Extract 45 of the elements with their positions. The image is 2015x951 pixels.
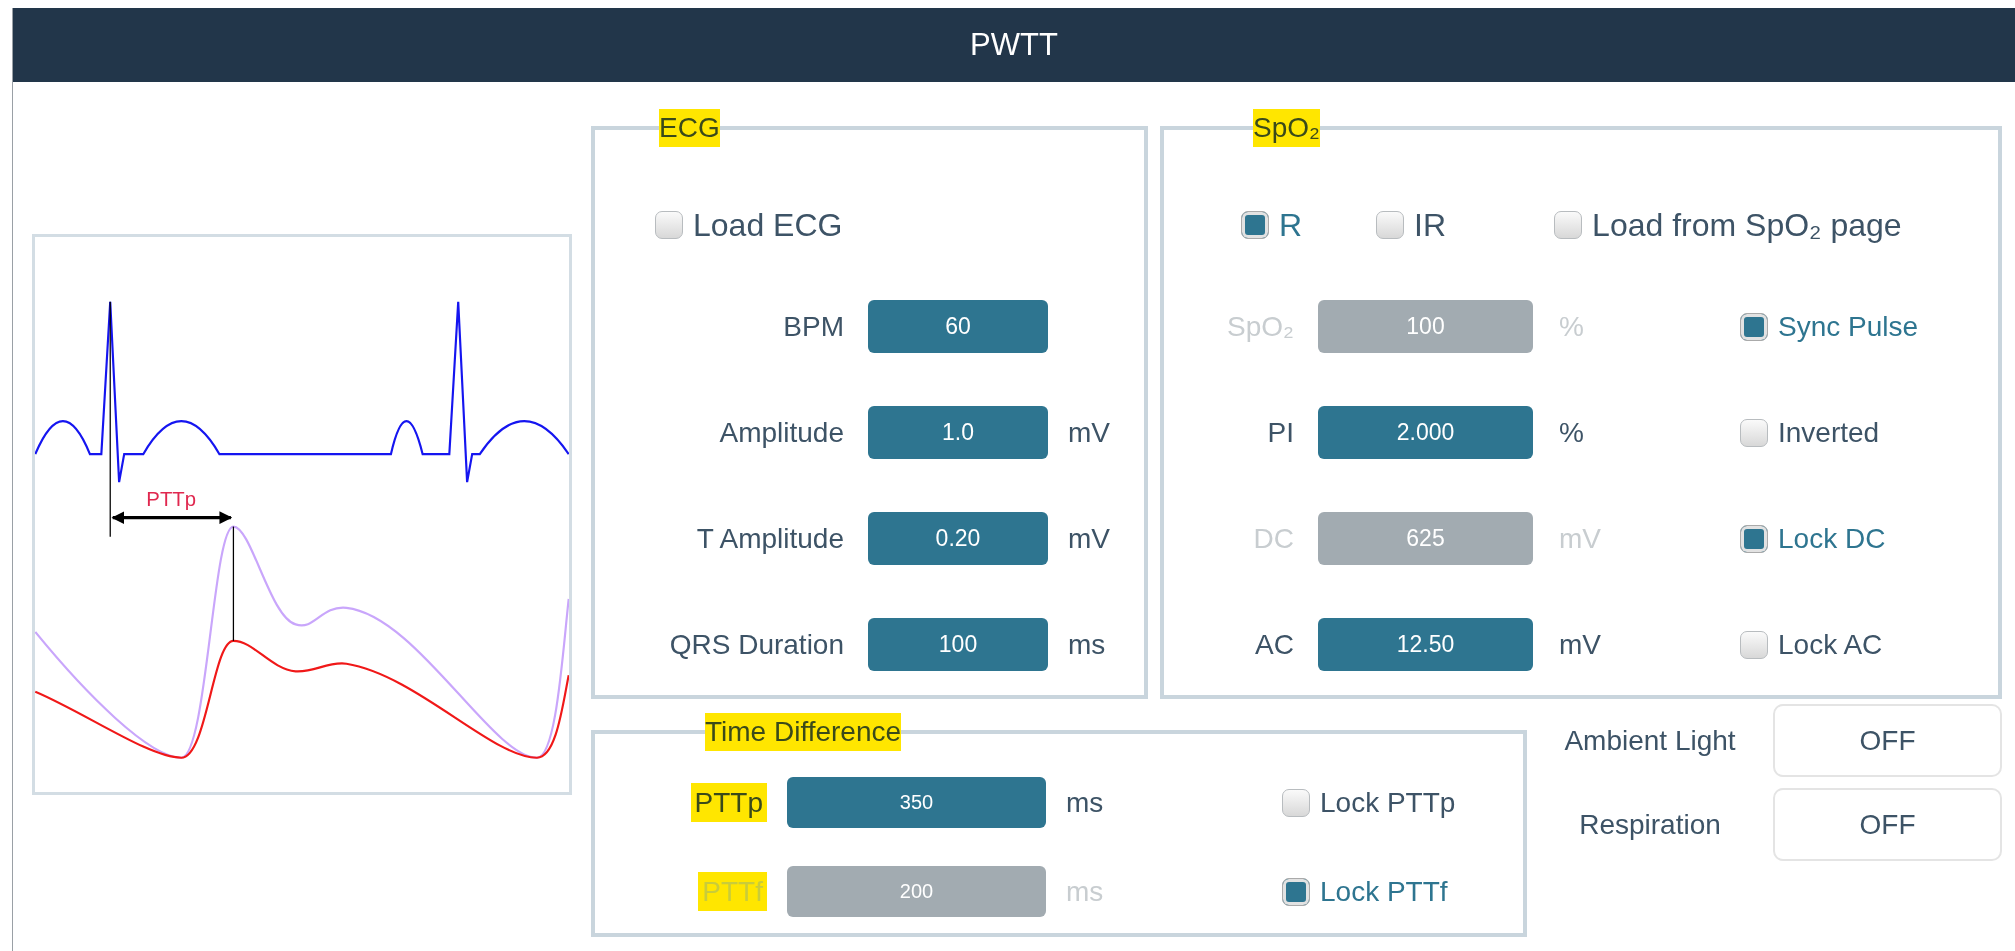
- checkbox-label[interactable]: Inverted: [1778, 416, 1880, 449]
- checkbox[interactable]: [1241, 211, 1269, 239]
- checkbox-label[interactable]: Lock AC: [1778, 628, 1883, 661]
- panel-title: Time Difference: [705, 713, 902, 751]
- panel-title: ECG: [659, 109, 720, 147]
- toggle-label: Ambient Light: [1563, 724, 1737, 757]
- unit-label: %: [1559, 310, 1584, 342]
- unit-label: mV: [1068, 522, 1110, 554]
- checkbox-label[interactable]: Lock PTTp: [1320, 786, 1456, 819]
- field-label: QRS Duration: [668, 627, 845, 662]
- field-label: PI: [1266, 415, 1295, 450]
- checkbox[interactable]: [1740, 630, 1768, 659]
- value-field[interactable]: 100: [868, 618, 1048, 671]
- checkbox[interactable]: [1554, 211, 1583, 239]
- toggle-label: Respiration: [1578, 808, 1722, 841]
- field-label: T Amplitude: [695, 521, 845, 556]
- value-field[interactable]: 2.000: [1318, 406, 1533, 459]
- unit-label: mV: [1559, 628, 1601, 660]
- checkbox[interactable]: [655, 211, 683, 239]
- field-label: Amplitude: [718, 415, 845, 450]
- field-label: PTTf: [698, 871, 767, 911]
- checkbox[interactable]: [1282, 788, 1310, 817]
- checkbox-label[interactable]: Load from SpO₂ page: [1592, 206, 1902, 244]
- unit-label: mV: [1068, 416, 1110, 448]
- value-field[interactable]: 1.0: [868, 406, 1048, 459]
- graph-label: PTTp: [146, 488, 196, 511]
- unit-label: ms: [1066, 786, 1104, 818]
- window-title: PWTT: [970, 27, 1058, 63]
- unit-label: ms: [1068, 628, 1106, 660]
- toggle-button[interactable]: OFF: [1773, 704, 2002, 777]
- checkbox[interactable]: [1376, 211, 1405, 239]
- toggle-button[interactable]: OFF: [1773, 788, 2002, 861]
- checkbox[interactable]: [1740, 418, 1768, 447]
- field-label: BPM: [782, 309, 845, 344]
- field-label: AC: [1254, 627, 1295, 662]
- checkbox-label[interactable]: Load ECG: [693, 206, 843, 244]
- panel-title: SpO₂: [1253, 109, 1320, 147]
- value-field[interactable]: 350: [787, 777, 1046, 828]
- value-field[interactable]: 60: [868, 300, 1048, 353]
- checkbox-label[interactable]: IR: [1414, 206, 1447, 244]
- checkbox-label[interactable]: R: [1279, 206, 1303, 244]
- field-label: PTTp: [690, 782, 767, 822]
- value-field[interactable]: 0.20: [868, 512, 1048, 565]
- unit-label: %: [1559, 416, 1584, 448]
- value-field[interactable]: 12.50: [1318, 618, 1533, 671]
